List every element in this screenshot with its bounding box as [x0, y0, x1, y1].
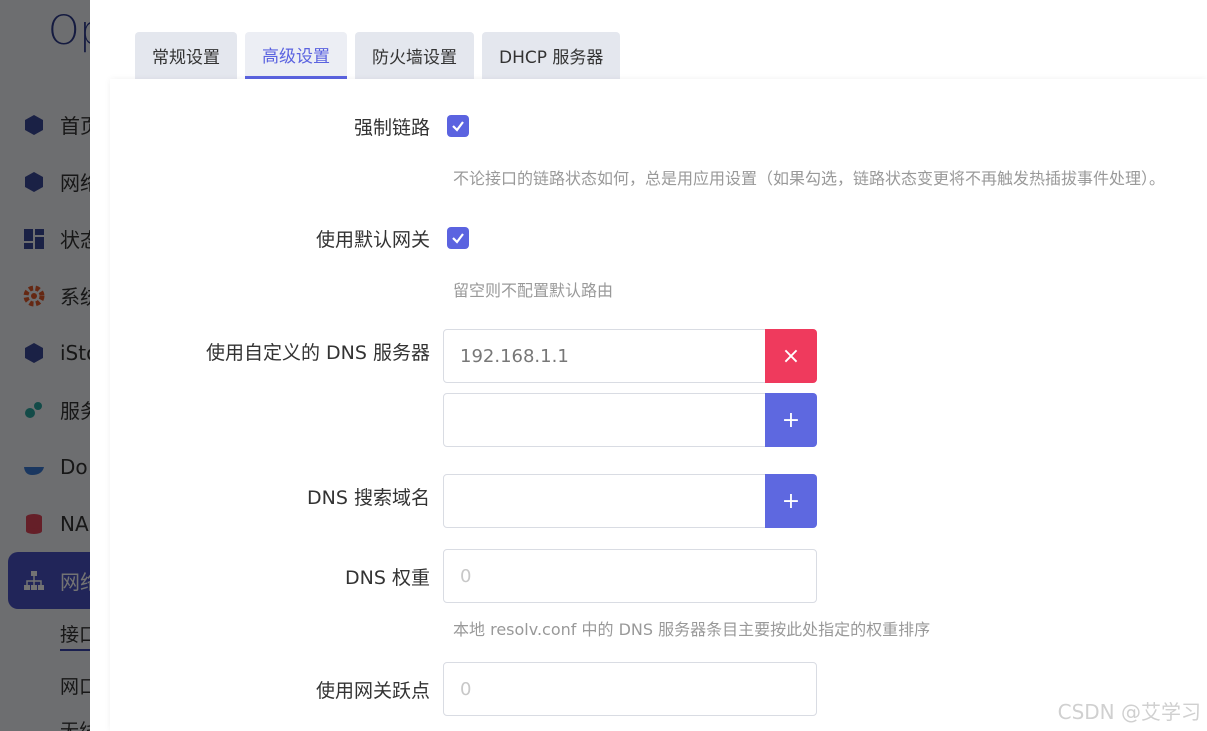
force-link-hint: 不论接口的链路状态如何，总是用应用设置（如果勾选，链路状态变更将不再触发热插拔事…	[453, 169, 1166, 188]
force-link-checkbox[interactable]	[447, 115, 469, 137]
force-link-label: 强制链路	[353, 117, 430, 139]
default-gateway-label: 使用默认网关	[315, 229, 430, 251]
checkmark-icon	[452, 121, 464, 132]
default-gateway-hint: 留空则不配置默认路由	[453, 281, 614, 300]
tab-advanced[interactable]: 高级设置	[245, 32, 347, 79]
gateway-metric-input[interactable]: 0	[443, 662, 817, 716]
watermark: CSDN @艾学习	[1057, 700, 1201, 724]
checkmark-icon	[452, 233, 464, 244]
gateway-metric-label: 使用网关跃点	[315, 680, 430, 702]
dns-search-input[interactable]	[443, 474, 766, 528]
add-dns-button[interactable]: +	[765, 393, 817, 447]
close-icon: ×	[781, 343, 801, 369]
dns-weight-input[interactable]: 0	[443, 549, 817, 603]
interface-settings-dialog: 常规设置 高级设置 防火墙设置 DHCP 服务器 强制链路 不论接口的链路状态如…	[90, 0, 1207, 731]
dns-weight-label: DNS 权重	[345, 567, 430, 589]
dns-search-label: DNS 搜索域名	[307, 487, 430, 509]
plus-icon: +	[781, 488, 801, 514]
add-dns-search-button[interactable]: +	[765, 474, 817, 528]
custom-dns-label: 使用自定义的 DNS 服务器	[206, 342, 430, 364]
advanced-settings-panel: 强制链路 不论接口的链路状态如何，总是用应用设置（如果勾选，链路状态变更将不再触…	[110, 79, 1207, 731]
tab-dhcp[interactable]: DHCP 服务器	[482, 32, 621, 79]
custom-dns-input-2[interactable]	[443, 393, 766, 447]
dns-weight-hint: 本地 resolv.conf 中的 DNS 服务器条目主要按此处指定的权重排序	[453, 620, 931, 639]
tab-general[interactable]: 常规设置	[135, 32, 237, 79]
tab-firewall[interactable]: 防火墙设置	[355, 32, 474, 79]
tab-bar: 常规设置 高级设置 防火墙设置 DHCP 服务器	[135, 32, 621, 79]
plus-icon: +	[781, 407, 801, 433]
remove-dns-button[interactable]: ×	[765, 329, 817, 383]
custom-dns-input-1[interactable]: 192.168.1.1	[443, 329, 766, 383]
default-gateway-checkbox[interactable]	[447, 227, 469, 249]
